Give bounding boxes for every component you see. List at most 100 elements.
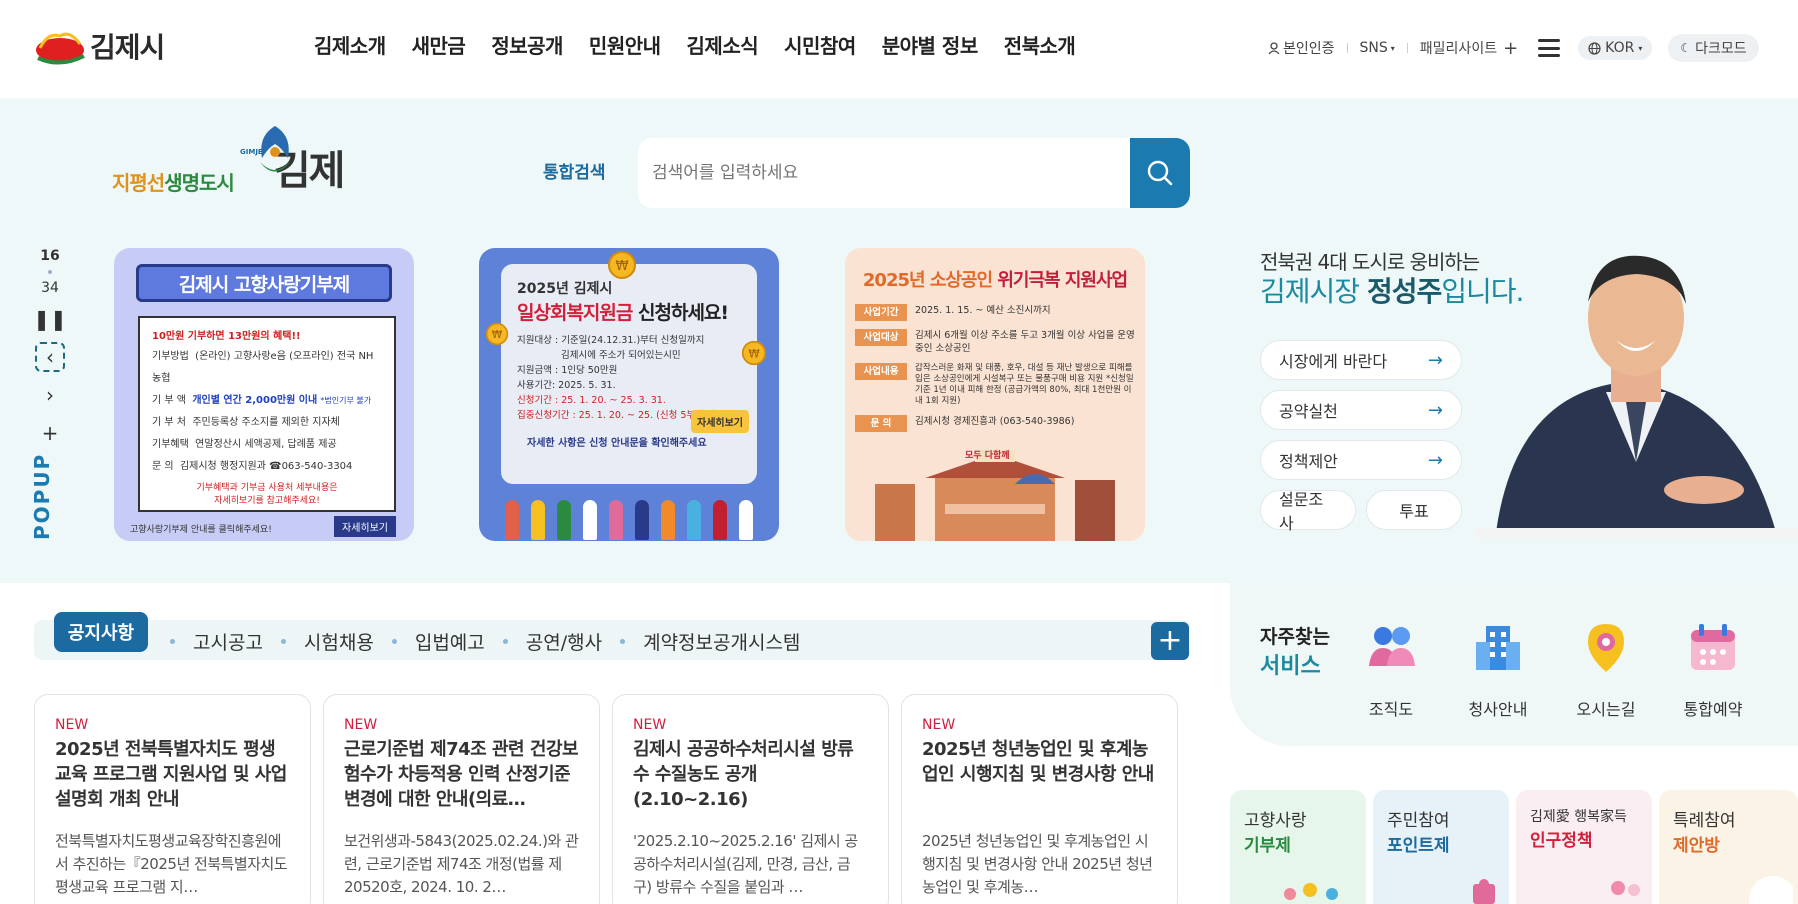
row-key: 기 부 처	[152, 417, 186, 428]
nav-item-civil-service[interactable]: 민원안내	[589, 30, 661, 59]
notice-tabs: 고시공고 시험채용 입법예고 공연/행사 계약정보공개시스템	[170, 628, 800, 655]
row-value: 김제시청 경제진흥과 (063-540-3986)	[915, 416, 1075, 427]
nav-item-participation[interactable]: 시민참여	[784, 30, 856, 59]
arrow-right-icon: →	[1427, 449, 1443, 471]
site-header: 김제시 김제소개 새만금 정보공개 민원안내 김제소식 시민참여 분야별 정보 …	[0, 0, 1798, 98]
banner-row: 신청기간 : 25. 1. 20. ~ 25. 3. 31.	[517, 395, 666, 406]
service-label: 오시는길	[1576, 700, 1636, 719]
service-building-guide[interactable]: 청사안내	[1453, 620, 1543, 720]
bubble-illustration-icon	[1749, 876, 1793, 904]
nav-item-info-disclosure[interactable]: 정보공개	[491, 30, 563, 59]
services-title: 자주찾는	[1260, 626, 1330, 648]
banner-title: 김제시 고향사랑기부제	[136, 264, 392, 302]
menu-icon[interactable]	[1538, 39, 1561, 57]
banner-row: 문 의 김제시청 행정지원과 ☎063-540-3304	[152, 456, 382, 478]
bullet	[620, 639, 626, 644]
row-value: 갑작스러운 화재 및 태풍, 호우, 대설 등 재난 발생으로 피해를 입은 소…	[915, 363, 1134, 406]
search-label: 통합검색	[543, 163, 606, 183]
nav-item-saemangeum[interactable]: 새만금	[412, 30, 466, 59]
tab-legislation[interactable]: 입법예고	[415, 628, 485, 655]
slogan-gimje-tag: GIMJE	[240, 148, 263, 156]
search-input[interactable]	[638, 138, 1130, 208]
row-key: 문 의	[855, 415, 907, 432]
coin-icon: ₩	[608, 251, 636, 279]
survey-button[interactable]: 설문조사	[1260, 490, 1356, 533]
notice-summary: '2025.2.10~2025.2.16' 김제시 공공하수처리시설(김제, 만…	[633, 832, 858, 896]
building-icon	[1476, 626, 1520, 670]
nav-item-jeonbuk[interactable]: 전북소개	[1004, 30, 1076, 59]
svg-text:₩: ₩	[748, 347, 759, 360]
quick-card-population-policy[interactable]: 김제愛 행복家득 인구정책	[1516, 790, 1652, 904]
service-org-chart[interactable]: 조직도	[1346, 620, 1436, 720]
quick-card-resident-points[interactable]: 주민참여 포인트제	[1373, 790, 1509, 904]
tab-contract-info[interactable]: 계약정보공개시스템	[643, 628, 800, 655]
notice-title: 2025년 청년농업인 및 후계농업인 시행지침 및 변경사항 안내	[922, 739, 1154, 785]
slogan-horizon: 지평선	[112, 171, 165, 195]
notice-card[interactable]: NEW 2025년 전북특별자치도 평생교육 프로그램 지원사업 및 사업설명회…	[34, 694, 311, 904]
button-label: 시장에게 바란다	[1279, 352, 1388, 371]
row-extra: *법인기부 불가	[320, 396, 372, 405]
popup-banner-small-business[interactable]: 2025년 소상공인 위기극복 지원사업 사업기간 2025. 1. 15. ~ …	[845, 248, 1145, 541]
auth-link[interactable]: 본인인증	[1268, 38, 1335, 58]
title-a: 2025년 소상공인	[862, 270, 993, 291]
quick-card-proposal-room[interactable]: 특례참여 제안방	[1659, 790, 1798, 904]
banner-more-button[interactable]: 자세히보기	[334, 516, 396, 537]
new-badge: NEW	[55, 717, 89, 733]
logo-emblem-icon	[36, 32, 85, 65]
tab-recruitment[interactable]: 시험채용	[304, 628, 374, 655]
popup-banner-recovery-fund[interactable]: 2025년 김제시 일상회복지원금 신청하세요! 지원대상 : 기준일(24.1…	[479, 248, 779, 541]
quick-card-line2: 포인트제	[1387, 836, 1450, 856]
tab-events[interactable]: 공연/행사	[526, 628, 602, 655]
prev-arrow-icon[interactable]: ‹	[35, 342, 65, 372]
service-directions[interactable]: 오시는길	[1561, 620, 1651, 720]
dark-mode-toggle[interactable]: ☾ 다크모드	[1668, 34, 1759, 62]
divider	[1406, 43, 1408, 53]
row-value: 2025. 1. 15. ~ 예산 소진시까지	[915, 305, 1051, 316]
banner-panel: 2025년 김제시 일상회복지원금 신청하세요! 지원대상 : 기준일(24.1…	[501, 264, 757, 484]
nav-item-news[interactable]: 김제소식	[687, 30, 759, 59]
next-arrow-icon[interactable]: ›	[35, 380, 65, 410]
popup-banner-hometown-donation[interactable]: 김제시 고향사랑기부제 10만원 기부하면 13만원의 혜택!! 기부방법 (온…	[114, 248, 414, 541]
site-logo[interactable]: 김제시	[34, 26, 165, 66]
policy-proposal-button[interactable]: 정책제안 →	[1260, 440, 1462, 480]
row-key: 문 의	[152, 461, 174, 472]
title-red: 일상회복지원금	[517, 302, 633, 324]
caret-down-icon: ▾	[1638, 43, 1643, 53]
nav-item-intro[interactable]: 김제소개	[314, 30, 386, 59]
notice-card[interactable]: NEW 근로기준법 제74조 관련 건강보험수가 차등적용 인력 산정기준 변경…	[323, 694, 600, 904]
search-icon	[1147, 160, 1173, 186]
nav-item-field-info[interactable]: 분야별 정보	[882, 30, 978, 59]
quick-card-line2: 제안방	[1673, 836, 1720, 856]
slogan-small: 지평선생명도시	[112, 167, 235, 196]
pledge-button[interactable]: 공약실천 →	[1260, 390, 1462, 430]
notice-more-button[interactable]: +	[1151, 622, 1189, 660]
notice-card[interactable]: NEW 2025년 청년농업인 및 후계농업인 시행지침 및 변경사항 안내 2…	[901, 694, 1178, 904]
family-site-link[interactable]: 패밀리사이트 +	[1420, 38, 1518, 59]
banner-info-sheet: 10만원 기부하면 13만원의 혜택!! 기부방법 (온라인) 고향사랑e음 (…	[138, 316, 396, 512]
title-black: 신청하세요!	[638, 302, 729, 324]
notice-card[interactable]: NEW 김제시 공공하수처리시설 방류수 수질농도 공개(2.10~2.16) …	[612, 694, 889, 904]
tab-notice[interactable]: 공지사항	[54, 612, 148, 652]
banner-row: 기부방법 (온라인) 고향사랑e음 (오프라인) 전국 NH농협	[152, 346, 382, 390]
tab-public-notice[interactable]: 고시공고	[193, 628, 263, 655]
pause-icon[interactable]: ❚❚	[33, 304, 67, 334]
notice-title: 김제시 공공하수처리시설 방류수 수질농도 공개(2.10~2.16)	[633, 739, 854, 810]
row-key: 기부방법	[152, 351, 189, 362]
quick-card-hometown-donation[interactable]: 고향사랑 기부제	[1230, 790, 1366, 904]
sns-dropdown[interactable]: SNS ▾	[1360, 40, 1395, 56]
banner-more-button[interactable]: 자세히보기	[691, 410, 749, 433]
people-icon	[1369, 627, 1415, 666]
wish-to-mayor-button[interactable]: 시장에게 바란다 →	[1260, 340, 1462, 380]
search-button[interactable]	[1130, 138, 1190, 208]
service-reservation[interactable]: 통합예약	[1668, 620, 1758, 720]
coin-icon: ₩	[741, 340, 767, 366]
vote-button[interactable]: 투표	[1366, 490, 1462, 530]
language-select[interactable]: KOR ▾	[1578, 36, 1653, 60]
popup-more-icon[interactable]: +	[35, 418, 65, 448]
services-subtitle: 서비스	[1260, 654, 1321, 679]
banner-title: 일상회복지원금 신청하세요!	[517, 298, 741, 325]
slogan-life-city: 생명도시	[164, 171, 235, 195]
row-key: 사업내용	[855, 363, 907, 380]
row-value: 김제시청 행정지원과 ☎063-540-3304	[179, 461, 353, 472]
new-badge: NEW	[633, 717, 667, 733]
